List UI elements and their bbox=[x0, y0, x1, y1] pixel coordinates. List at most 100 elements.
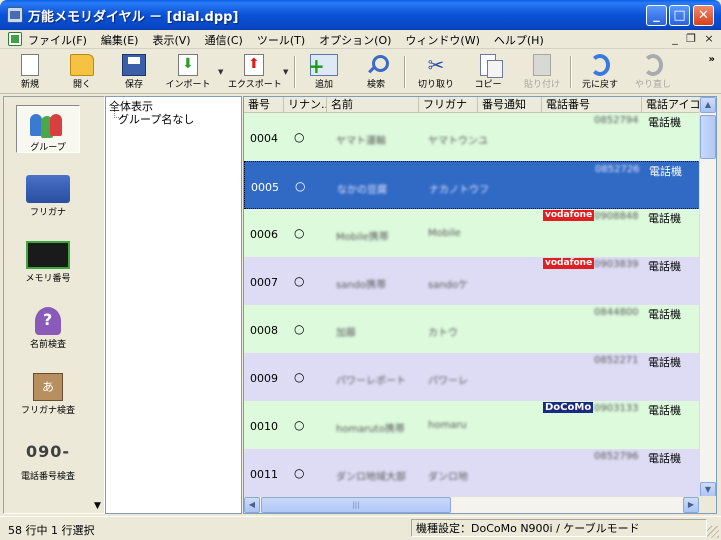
row-name: homaruto携帯 bbox=[336, 424, 405, 435]
import-button[interactable]: インポート bbox=[162, 52, 214, 92]
toolbar-separator bbox=[404, 56, 406, 88]
menu-item[interactable]: オプション(O) bbox=[319, 32, 391, 48]
phone-check-button[interactable]: 090- 電話番号検査 bbox=[16, 435, 80, 483]
horizontal-scrollbar[interactable]: ◀ ||| ▶ bbox=[244, 496, 700, 513]
undo-label: 元に戻す bbox=[581, 80, 618, 90]
row-number: 0004 bbox=[250, 132, 278, 145]
mdi-minimize-button[interactable]: _ bbox=[668, 32, 682, 45]
copy-label: コピー bbox=[474, 80, 502, 90]
menu-item[interactable]: ファイル(F) bbox=[28, 32, 87, 48]
table-row[interactable]: 0007 ○ sando携帯 sandoケ vodafone 0903839 電話機 bbox=[244, 257, 700, 305]
toolbar-overflow-icon[interactable]: » bbox=[709, 54, 715, 65]
furigana-icon bbox=[26, 175, 70, 203]
add-label: 追加 bbox=[314, 80, 333, 90]
panel-scroll-down-icon[interactable]: ▼ bbox=[94, 501, 101, 511]
app-icon[interactable] bbox=[7, 7, 23, 23]
group-tree: 全体表示 グループ名なし bbox=[105, 96, 242, 514]
list-header: 番号 リナン... 名前 フリガナ 番号通知 電話番号 電話アイコン bbox=[244, 97, 716, 113]
export-button[interactable]: エクスポート bbox=[228, 52, 282, 92]
mdi-restore-button[interactable]: ❐ bbox=[684, 32, 698, 45]
scroll-left-button[interactable]: ◀ bbox=[244, 497, 260, 513]
menu-item[interactable]: ヘルプ(H) bbox=[494, 32, 544, 48]
memory-number-view-button[interactable]: メモリ番号 bbox=[16, 237, 80, 285]
kana-check-button[interactable]: フリガナ検査 bbox=[16, 369, 80, 417]
minimize-button[interactable]: _ bbox=[646, 5, 667, 26]
menu-item[interactable]: ウィンドウ(W) bbox=[405, 32, 479, 48]
save-label: 保存 bbox=[124, 80, 143, 90]
column-number[interactable]: 番号 bbox=[244, 97, 284, 113]
group-view-button[interactable]: グループ bbox=[16, 105, 80, 153]
open-button[interactable]: 開く bbox=[56, 52, 108, 92]
menu-item[interactable]: 通信(C) bbox=[205, 32, 243, 48]
group-label: グループ bbox=[30, 143, 66, 153]
vertical-scrollbar[interactable]: ▲ ▼ bbox=[699, 97, 716, 499]
carrier-badge: DoCoMo bbox=[543, 402, 594, 413]
row-number: 0006 bbox=[250, 228, 278, 241]
import-label: インポート bbox=[165, 80, 211, 90]
carrier-badge: vodafone bbox=[543, 210, 595, 221]
column-caller-id[interactable]: 番号通知 bbox=[478, 97, 542, 113]
redo-icon bbox=[643, 54, 663, 76]
table-row[interactable]: 0004 ○ ヤマト運輸 ヤマトウンユ 0852794 電話機 bbox=[244, 113, 700, 161]
row-phone-icon: 電話機 bbox=[648, 116, 681, 129]
tree-item-no-group[interactable]: グループ名なし bbox=[113, 105, 194, 127]
row-furigana: パワーレ bbox=[428, 376, 468, 387]
table-row[interactable]: 0005 ○ なかの豆腐 ナカノトウフ 0852726 電話機 bbox=[244, 161, 700, 209]
undo-button[interactable]: 元に戻す bbox=[574, 52, 626, 92]
column-name[interactable]: 名前 bbox=[327, 97, 419, 113]
add-contact-icon bbox=[308, 54, 338, 76]
scroll-up-button[interactable]: ▲ bbox=[700, 97, 716, 113]
row-name: ダンロ地域大部 bbox=[336, 472, 406, 483]
column-furigana[interactable]: フリガナ bbox=[419, 97, 478, 113]
row-name: sando携帯 bbox=[336, 280, 387, 291]
table-row[interactable]: 0006 ○ Mobile携帯 Mobile vodafone 0908848 電話機 bbox=[244, 209, 700, 257]
add-button[interactable]: 追加 bbox=[298, 52, 350, 92]
clipboard-icon bbox=[533, 54, 551, 76]
new-button[interactable]: 新規 bbox=[4, 52, 56, 92]
document-icon[interactable] bbox=[8, 32, 22, 46]
group-icon bbox=[26, 110, 70, 138]
menu-item[interactable]: 編集(E) bbox=[101, 32, 139, 48]
close-button[interactable]: ✕ bbox=[693, 5, 714, 26]
row-rin-mark: ○ bbox=[295, 179, 306, 193]
menu-item[interactable]: ツール(T) bbox=[257, 32, 305, 48]
device-setting-status: 機種設定：DoCoMo N900i / ケーブルモード bbox=[411, 519, 707, 537]
save-icon bbox=[122, 54, 146, 76]
cut-label: 切り取り bbox=[417, 80, 454, 90]
column-rin[interactable]: リナン... bbox=[284, 97, 327, 113]
kana-check-label: フリガナ検査 bbox=[20, 406, 75, 416]
search-button[interactable]: 検索 bbox=[350, 52, 402, 92]
menu-item[interactable]: 表示(V) bbox=[152, 32, 190, 48]
scroll-right-button[interactable]: ▶ bbox=[683, 497, 699, 513]
row-furigana: ヤマトウンユ bbox=[428, 136, 488, 147]
table-row[interactable]: 0009 ○ パワーレポート パワーレ 0852271 電話機 bbox=[244, 353, 700, 401]
table-row[interactable]: 0010 ○ homaruto携帯 homaru DoCoMo 0903133 電話機 bbox=[244, 401, 700, 449]
question-icon bbox=[35, 307, 61, 335]
table-row[interactable]: 0008 ○ 加藤 カトウ 0844800 電話機 bbox=[244, 305, 700, 353]
save-button[interactable]: 保存 bbox=[108, 52, 160, 92]
import-dropdown[interactable]: ▼ bbox=[218, 68, 223, 76]
row-furigana: ダンロ地 bbox=[428, 472, 468, 483]
export-dropdown[interactable]: ▼ bbox=[283, 68, 288, 76]
resize-grip[interactable] bbox=[707, 526, 719, 538]
name-check-button[interactable]: 名前検査 bbox=[16, 303, 80, 351]
row-phone: 0903839 bbox=[594, 259, 639, 270]
row-phone-icon: 電話機 bbox=[648, 452, 681, 465]
furigana-view-button[interactable]: フリガナ bbox=[16, 171, 80, 219]
table-row[interactable]: 0011 ○ ダンロ地域大部 ダンロ地 0852796 電話機 bbox=[244, 449, 700, 497]
paste-button[interactable]: 貼り付け bbox=[516, 52, 568, 92]
redo-button[interactable]: やり直し bbox=[627, 52, 679, 92]
vertical-scroll-thumb[interactable] bbox=[700, 115, 716, 159]
maximize-button[interactable]: □ bbox=[669, 5, 690, 26]
view-panel: グループ フリガナ メモリ番号 名前検査 フリガナ検査 090- 電話番号検査 … bbox=[3, 96, 105, 514]
row-rin-mark: ○ bbox=[294, 274, 305, 288]
export-label: エクスポート bbox=[228, 80, 282, 90]
horizontal-scroll-thumb[interactable]: ||| bbox=[261, 497, 451, 513]
column-phone[interactable]: 電話番号 bbox=[542, 97, 642, 113]
row-phone-icon: 電話機 bbox=[648, 308, 681, 321]
title-bar[interactable]: 万能メモリダイヤル － [dial.dpp] _ □ ✕ bbox=[0, 0, 721, 30]
cut-button[interactable]: ✂ 切り取り bbox=[410, 52, 462, 92]
name-check-label: 名前検査 bbox=[29, 340, 66, 350]
copy-button[interactable]: コピー bbox=[462, 52, 514, 92]
mdi-close-button[interactable]: × bbox=[702, 32, 716, 45]
